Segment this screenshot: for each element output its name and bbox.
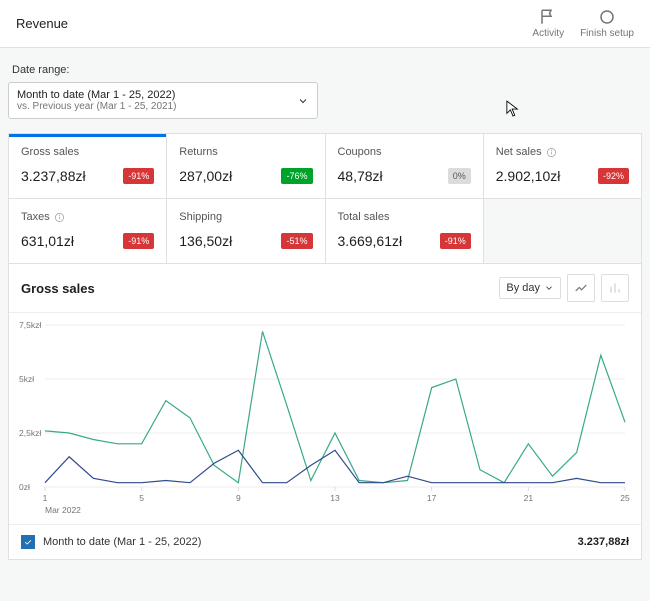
topbar: Revenue Activity Finish setup: [0, 0, 650, 48]
info-icon: [546, 147, 557, 158]
date-range-sub: vs. Previous year (Mar 1 - 25, 2021): [17, 101, 177, 112]
metric-label: Net sales: [496, 146, 629, 158]
svg-text:7,5kzł: 7,5kzł: [19, 320, 41, 330]
svg-text:21: 21: [524, 493, 534, 503]
info-icon: [54, 212, 65, 223]
chart-title: Gross sales: [21, 281, 95, 296]
metric-card[interactable]: Shipping 136,50zł -51%: [167, 199, 324, 263]
date-range-label: Date range:: [12, 64, 642, 76]
metric-label: Taxes: [21, 211, 154, 223]
activity-button[interactable]: Activity: [532, 8, 564, 39]
svg-text:5: 5: [139, 493, 144, 503]
svg-text:13: 13: [330, 493, 340, 503]
chart-controls: By day: [499, 274, 629, 302]
delta-badge: -91%: [123, 168, 154, 184]
metric-label: Coupons: [338, 146, 471, 158]
metric-value: 48,78zł: [338, 168, 383, 184]
metric-value: 3.237,88zł: [21, 168, 86, 184]
chart-body: 0zł 2,5kzł 5kzł 7,5kzł 1 5 9 13 17 21 25 Mar 2022: [9, 313, 641, 524]
page-title: Revenue: [16, 16, 68, 31]
date-range-select[interactable]: Month to date (Mar 1 - 25, 2022) vs. Pre…: [8, 82, 318, 119]
metric-label: Gross sales: [21, 146, 154, 158]
svg-text:9: 9: [236, 493, 241, 503]
chevron-down-icon: [297, 95, 309, 107]
chart-card: Gross sales By day 0zł 2,5kzł 5kzł 7,5kzł 1 5…: [8, 264, 642, 560]
finish-setup-label: Finish setup: [580, 28, 634, 39]
metric-value: 631,01zł: [21, 233, 74, 249]
metric-card[interactable]: Taxes 631,01zł -91%: [9, 199, 166, 263]
delta-badge: -76%: [281, 168, 312, 184]
svg-text:5kzł: 5kzł: [19, 374, 34, 384]
check-icon: [23, 537, 33, 547]
metrics-grid: Gross sales 3.237,88zł -91% Returns 287,00zł…: [8, 133, 642, 264]
metric-card[interactable]: Total sales 3.669,61zł -91%: [326, 199, 483, 263]
chart-interval-select[interactable]: By day: [499, 277, 561, 299]
metric-label: Total sales: [338, 211, 471, 223]
metric-label: Returns: [179, 146, 312, 158]
finish-setup-button[interactable]: Finish setup: [580, 8, 634, 39]
metric-value: 136,50zł: [179, 233, 232, 249]
bar-chart-icon: [608, 281, 622, 295]
metric-card[interactable]: Coupons 48,78zł 0%: [326, 134, 483, 198]
delta-badge: -91%: [123, 233, 154, 249]
metric-value: 3.669,61zł: [338, 233, 403, 249]
chart-svg: 0zł 2,5kzł 5kzł 7,5kzł 1 5 9 13 17 21 25 Mar 2022: [17, 319, 631, 519]
delta-badge: -91%: [440, 233, 471, 249]
bar-chart-toggle[interactable]: [601, 274, 629, 302]
line-chart-toggle[interactable]: [567, 274, 595, 302]
metric-label: Shipping: [179, 211, 312, 223]
metric-card[interactable]: Gross sales 3.237,88zł -91%: [9, 134, 166, 198]
delta-badge: 0%: [448, 168, 471, 184]
metric-card[interactable]: Net sales 2.902,10zł -92%: [484, 134, 641, 198]
chart-header: Gross sales By day: [9, 264, 641, 313]
line-chart-icon: [574, 281, 588, 295]
metric-card[interactable]: Returns 287,00zł -76%: [167, 134, 324, 198]
metric-value: 287,00zł: [179, 168, 232, 184]
legend-label: Month to date (Mar 1 - 25, 2022): [43, 536, 201, 548]
svg-text:1: 1: [43, 493, 48, 503]
metric-value: 2.902,10zł: [496, 168, 561, 184]
flag-icon: [539, 8, 557, 26]
legend-value: 3.237,88zł: [578, 536, 629, 548]
chevron-down-icon: [544, 283, 554, 293]
chart-interval-label: By day: [506, 282, 540, 294]
svg-text:Mar 2022: Mar 2022: [45, 505, 81, 515]
activity-label: Activity: [532, 28, 564, 39]
svg-text:2,5kzł: 2,5kzł: [19, 428, 41, 438]
circle-icon: [598, 8, 616, 26]
svg-text:0zł: 0zł: [19, 482, 30, 492]
svg-text:25: 25: [620, 493, 630, 503]
svg-text:17: 17: [427, 493, 437, 503]
date-range-main: Month to date (Mar 1 - 25, 2022): [17, 89, 177, 101]
metric-card: [484, 199, 641, 263]
delta-badge: -51%: [281, 233, 312, 249]
delta-badge: -92%: [598, 168, 629, 184]
chart-legend-row: Month to date (Mar 1 - 25, 2022) 3.237,8…: [9, 524, 641, 559]
topbar-actions: Activity Finish setup: [532, 8, 634, 39]
legend-checkbox[interactable]: [21, 535, 35, 549]
